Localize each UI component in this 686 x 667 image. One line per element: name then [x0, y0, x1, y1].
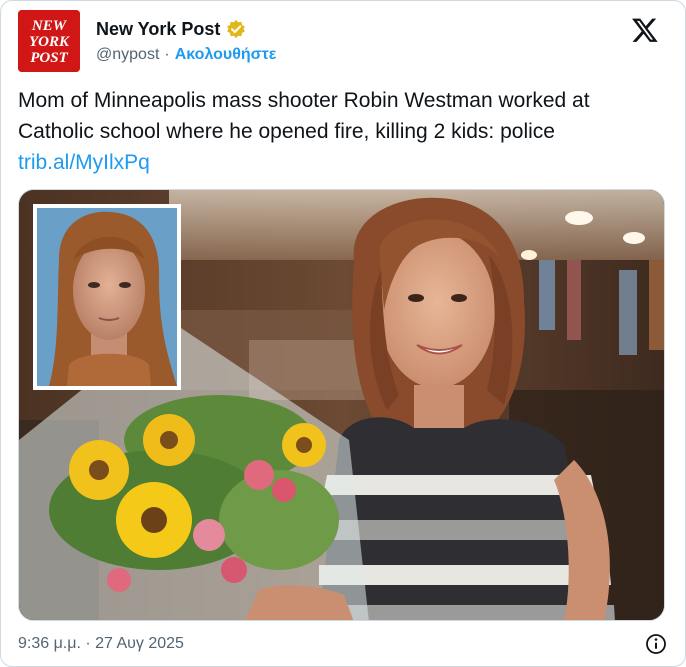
- avatar-logo-word: POST: [30, 50, 68, 66]
- sunflower: [143, 414, 195, 466]
- separator-dot: ·: [164, 46, 170, 63]
- account-handle[interactable]: @nypost: [96, 46, 159, 64]
- x-logo-icon[interactable]: [631, 16, 659, 44]
- handle-row: @nypost · Ακολουθήστε: [96, 46, 276, 64]
- tweet-text: Mom of Minneapolis mass shooter Robin We…: [18, 85, 668, 178]
- account-info: New York Post @nypost · Ακολουθήστε: [96, 18, 276, 64]
- avatar-logo-word: NEW: [31, 18, 68, 34]
- avatar[interactable]: NEW YORK POST: [18, 10, 80, 72]
- sunflower: [69, 440, 129, 500]
- sunflower: [282, 423, 326, 467]
- sunflower: [116, 482, 192, 558]
- timestamp[interactable]: 9:36 μ.μ. · 27 Αυγ 2025: [18, 635, 184, 653]
- tweet-link[interactable]: trib.al/MyIlxPq: [18, 151, 150, 174]
- name-row: New York Post: [96, 18, 276, 40]
- info-icon[interactable]: [645, 633, 667, 655]
- tweet-body: Mom of Minneapolis mass shooter Robin We…: [18, 89, 590, 143]
- tweet-photo[interactable]: [18, 189, 665, 621]
- verified-badge-icon[interactable]: [226, 19, 246, 39]
- tweet-header: NEW YORK POST New York Post @nypost · Ακ…: [18, 10, 671, 72]
- inset-portrait: [33, 204, 181, 390]
- tweet-footer: 9:36 μ.μ. · 27 Αυγ 2025: [18, 632, 667, 656]
- avatar-logo-word: YORK: [29, 34, 70, 50]
- tweet-card: NEW YORK POST New York Post @nypost · Ακ…: [0, 0, 686, 667]
- account-name[interactable]: New York Post: [96, 19, 220, 40]
- follow-button[interactable]: Ακολουθήστε: [175, 46, 277, 64]
